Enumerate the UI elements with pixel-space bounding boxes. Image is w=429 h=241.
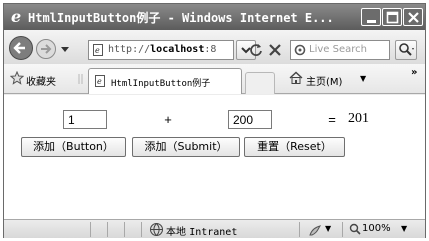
minimize-button[interactable] bbox=[361, 8, 381, 26]
add-button[interactable]: 添加（Button） bbox=[21, 137, 126, 157]
search-box[interactable]: Live Search bbox=[290, 40, 390, 60]
svg-text:e: e bbox=[97, 77, 102, 86]
title-bar: e HtmlInputButton例子 - Windows Internet E… bbox=[4, 4, 425, 30]
home-dropdown-icon[interactable]: ▼ bbox=[360, 74, 370, 84]
tab-active[interactable]: e HtmlInputButton例子 bbox=[88, 68, 242, 94]
status-divider bbox=[107, 222, 108, 237]
add-submit-button[interactable]: 添加（Submit） bbox=[132, 137, 240, 157]
favorites-bar: 收藏夹 e HtmlInputButton例子 主页(M) ▼ » bbox=[4, 64, 425, 94]
live-search-logo-icon bbox=[294, 44, 306, 56]
star-icon[interactable] bbox=[10, 71, 24, 85]
security-zone-label: 本地 Intranet bbox=[166, 227, 238, 238]
page-icon: e bbox=[93, 44, 103, 56]
number-input-2[interactable]: 200 bbox=[228, 110, 272, 129]
status-divider bbox=[299, 222, 300, 237]
maximize-icon bbox=[386, 11, 399, 24]
forward-button[interactable] bbox=[35, 38, 57, 60]
magnifier-icon[interactable] bbox=[349, 223, 361, 235]
svg-text:e: e bbox=[95, 46, 100, 55]
back-button[interactable] bbox=[8, 35, 34, 61]
equals-sign: = bbox=[328, 112, 336, 127]
navigation-bar: e http://localhost:8 Live Search bbox=[4, 30, 425, 64]
window-title: HtmlInputButton例子 - Windows Internet E..… bbox=[28, 11, 334, 25]
maximize-button[interactable] bbox=[382, 8, 402, 26]
search-button[interactable] bbox=[395, 40, 417, 60]
address-bar[interactable]: e http://localhost:8 bbox=[88, 40, 234, 60]
svg-text:e: e bbox=[11, 7, 21, 25]
number-input-1[interactable]: 1 bbox=[63, 110, 107, 129]
browser-window: e HtmlInputButton例子 - Windows Internet E… bbox=[3, 3, 426, 238]
tab-title: HtmlInputButton例子 bbox=[111, 79, 211, 89]
new-tab-button[interactable] bbox=[245, 72, 275, 94]
page-content: 1 + 200 = 201 添加（Button） 添加（Submit） 重置（R… bbox=[4, 95, 425, 219]
favorites-button[interactable]: 收藏夹 bbox=[26, 73, 74, 88]
status-divider bbox=[342, 222, 343, 237]
status-divider bbox=[141, 222, 142, 237]
status-divider bbox=[90, 222, 91, 237]
more-chevron-icon[interactable]: » bbox=[411, 67, 423, 79]
zoom-dropdown-icon[interactable]: ▼ bbox=[401, 224, 411, 234]
refresh-icon[interactable] bbox=[248, 42, 264, 58]
result-value: 201 bbox=[348, 111, 369, 126]
plus-operator: + bbox=[164, 112, 172, 127]
ie-logo-icon: e bbox=[11, 7, 21, 25]
close-button[interactable] bbox=[403, 8, 423, 26]
protected-mode-icon[interactable] bbox=[308, 223, 322, 237]
address-text: http://localhost:8 bbox=[108, 44, 217, 55]
zoom-level[interactable]: 100% bbox=[362, 223, 396, 237]
protected-dropdown-icon[interactable]: ▼ bbox=[325, 224, 335, 234]
status-bar: 本地 Intranet ▼ 100% ▼ bbox=[4, 219, 425, 238]
stop-icon[interactable] bbox=[267, 42, 283, 58]
home-button[interactable]: 主页(M) bbox=[306, 73, 354, 88]
page-icon: e bbox=[95, 75, 105, 87]
tab-grip-icon bbox=[78, 74, 83, 84]
close-icon bbox=[408, 12, 419, 23]
status-divider bbox=[124, 222, 125, 237]
reset-button[interactable]: 重置（Reset） bbox=[244, 137, 345, 157]
history-dropdown-icon[interactable] bbox=[60, 46, 70, 54]
search-icon bbox=[399, 43, 414, 56]
home-icon[interactable] bbox=[289, 71, 303, 85]
globe-icon bbox=[150, 223, 163, 236]
minimize-icon bbox=[367, 20, 376, 23]
search-placeholder: Live Search bbox=[309, 44, 367, 55]
